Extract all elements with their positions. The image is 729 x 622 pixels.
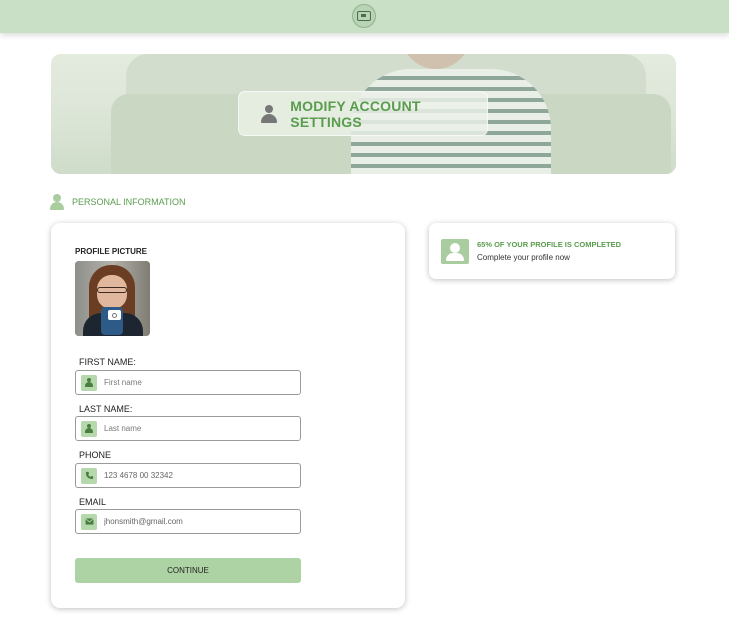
first-name-label: FIRST NAME:	[79, 357, 136, 367]
top-bar	[0, 0, 729, 33]
logo-icon[interactable]	[352, 4, 376, 28]
last-name-label: LAST NAME:	[79, 404, 133, 414]
hero-banner: MODIFY ACCOUNT SETTINGS	[51, 54, 676, 174]
profile-progress-title: 65% OF YOUR PROFILE IS COMPLETED	[477, 240, 622, 249]
phone-label: PHONE	[79, 450, 112, 460]
user-icon	[81, 374, 97, 391]
email-input[interactable]	[104, 517, 284, 526]
last-name-field[interactable]	[75, 416, 301, 441]
mail-icon	[81, 513, 97, 530]
continue-button[interactable]: CONTINUE	[75, 558, 301, 583]
profile-progress-subtitle[interactable]: Complete your profile now	[477, 253, 570, 262]
user-icon	[81, 420, 97, 437]
first-name-input[interactable]	[104, 378, 284, 387]
phone-field[interactable]	[75, 463, 301, 488]
email-label: EMAIL	[79, 497, 107, 507]
user-icon	[50, 194, 64, 210]
page-title: MODIFY ACCOUNT SETTINGS	[290, 97, 421, 130]
email-field[interactable]	[75, 509, 301, 534]
section-header: PERSONAL INFORMATION	[50, 193, 186, 211]
profile-picture-label: PROFILE PICTURE	[75, 247, 148, 256]
avatar[interactable]	[75, 261, 150, 336]
first-name-field[interactable]	[75, 370, 301, 395]
camera-icon[interactable]	[108, 310, 121, 320]
user-icon	[261, 104, 277, 123]
personal-info-card: PROFILE PICTURE FIRST NAME: LAST NAME: P…	[51, 223, 405, 608]
hero-title-panel: MODIFY ACCOUNT SETTINGS	[238, 91, 488, 136]
phone-input[interactable]	[104, 471, 284, 480]
phone-icon	[81, 467, 97, 484]
last-name-input[interactable]	[104, 424, 284, 433]
profile-progress-card[interactable]: 65% OF YOUR PROFILE IS COMPLETED Complet…	[429, 223, 675, 279]
user-icon	[441, 239, 469, 264]
section-title: PERSONAL INFORMATION	[72, 197, 186, 207]
